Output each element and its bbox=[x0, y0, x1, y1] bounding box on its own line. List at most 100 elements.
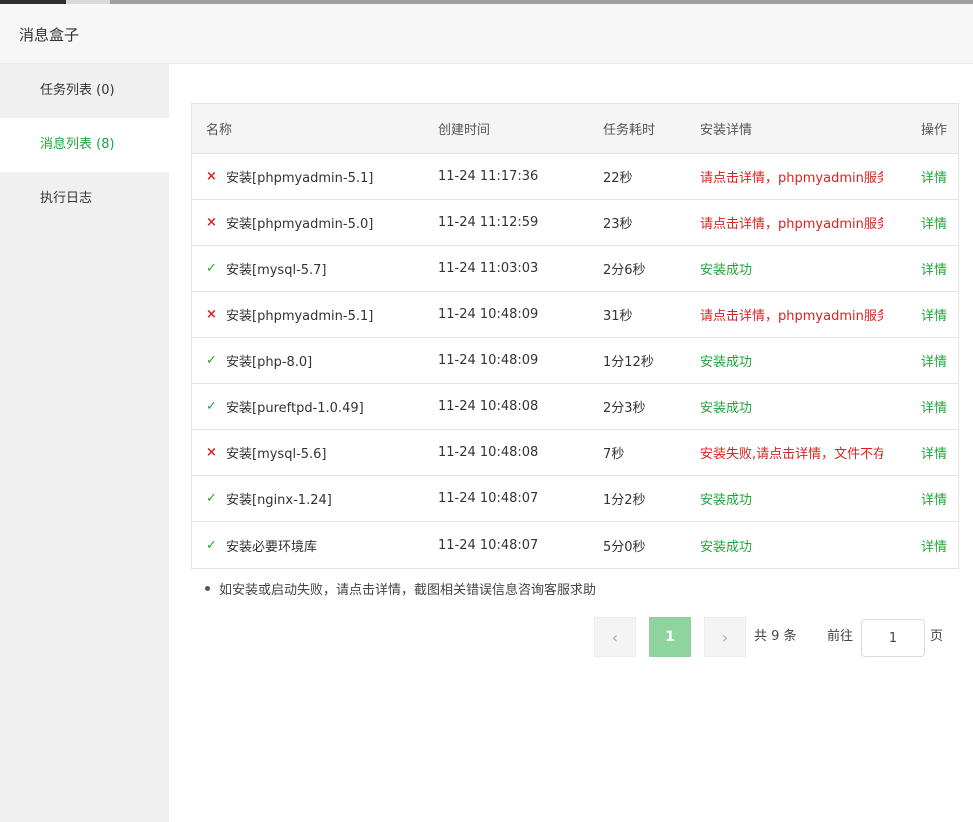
table-row: × 安装[phpmyadmin-5.1] 11-24 11:17:36 22秒 请点击详… bbox=[192, 154, 958, 200]
total-count: 共 9 条 bbox=[754, 629, 797, 644]
detail-link-text[interactable]: 详情 bbox=[921, 536, 947, 555]
table-row: × 安装[phpmyadmin-5.1] 11-24 10:48:09 31秒 请点击详… bbox=[192, 292, 958, 338]
table-row: × 安装[phpmyadmin-5.0] 11-24 11:12:59 23秒 请点击详… bbox=[192, 200, 958, 246]
task-duration: 2分6秒 bbox=[603, 263, 646, 278]
detail-link[interactable]: 详情 bbox=[921, 246, 957, 291]
row-name-cell: ✓ 安装[php-8.0] bbox=[206, 338, 426, 383]
task-name: 安装[phpmyadmin-5.1] bbox=[226, 309, 374, 324]
created-time: 11-24 10:48:08 bbox=[438, 399, 539, 414]
task-name: 安装[nginx-1.24] bbox=[226, 493, 332, 508]
check-icon: ✓ bbox=[206, 399, 217, 414]
table-row: ✓ 安装必要环境库 11-24 10:48:07 5分0秒 安装成功 详情 bbox=[192, 522, 958, 568]
detail-link-text[interactable]: 详情 bbox=[921, 397, 947, 416]
detail-link-text[interactable]: 详情 bbox=[921, 489, 947, 508]
task-duration: 1分12秒 bbox=[603, 355, 654, 370]
detail-link[interactable]: 详情 bbox=[921, 476, 957, 521]
goto-label: 前往 bbox=[827, 629, 854, 644]
help-tip: 如安装或启动失败，请点击详情，截图相关错误信息咨询客服求助 bbox=[205, 579, 596, 598]
task-duration: 23秒 bbox=[603, 217, 633, 232]
detail-link-text[interactable]: 详情 bbox=[921, 305, 947, 324]
created-time: 11-24 11:17:36 bbox=[438, 169, 539, 184]
bullet-icon bbox=[205, 586, 210, 591]
detail-link[interactable]: 详情 bbox=[921, 200, 957, 245]
task-duration: 22秒 bbox=[603, 171, 633, 186]
row-name-cell: ✓ 安装[pureftpd-1.0.49] bbox=[206, 384, 426, 429]
install-detail: 安装失败,请点击详情，文件不存 bbox=[700, 447, 883, 462]
task-name: 安装[mysql-5.6] bbox=[226, 447, 327, 462]
install-detail: 安装成功 bbox=[700, 355, 753, 370]
detail-link-text[interactable]: 详情 bbox=[921, 167, 947, 186]
row-name-cell: × 安装[mysql-5.6] bbox=[206, 430, 426, 475]
check-icon: ✓ bbox=[206, 353, 217, 368]
check-icon: ✓ bbox=[206, 261, 217, 276]
row-name-cell: ✓ 安装[nginx-1.24] bbox=[206, 476, 426, 521]
task-name: 安装[phpmyadmin-5.1] bbox=[226, 171, 374, 186]
detail-link[interactable]: 详情 bbox=[921, 338, 957, 383]
created-time: 11-24 11:03:03 bbox=[438, 261, 539, 276]
task-duration: 5分0秒 bbox=[603, 539, 646, 555]
detail-link[interactable]: 详情 bbox=[921, 292, 957, 337]
detail-link-text[interactable]: 详情 bbox=[921, 213, 947, 232]
row-name-cell: ✓ 安装必要环境库 bbox=[206, 522, 426, 568]
task-duration: 2分3秒 bbox=[603, 401, 646, 416]
check-icon: ✓ bbox=[206, 537, 217, 553]
table-row: × 安装[mysql-5.6] 11-24 10:48:08 7秒 安装失败,请点击详情… bbox=[192, 430, 958, 476]
page-number-current[interactable]: 1 bbox=[649, 617, 691, 657]
message-table: 名称 创建时间 任务耗时 安装详情 操作 × 安装[phpmyadmin-5.1]… bbox=[191, 103, 959, 569]
prev-page-button[interactable]: ‹ bbox=[594, 617, 636, 657]
table-row: ✓ 安装[nginx-1.24] 11-24 10:48:07 1分2秒 安装成功 详情 bbox=[192, 476, 958, 522]
close-icon: × bbox=[206, 307, 217, 322]
created-time: 11-24 10:48:07 bbox=[438, 537, 539, 553]
close-icon: × bbox=[206, 169, 217, 184]
task-name: 安装[phpmyadmin-5.0] bbox=[226, 217, 374, 232]
table-body: × 安装[phpmyadmin-5.1] 11-24 11:17:36 22秒 请点击详… bbox=[192, 154, 958, 568]
task-name: 安装[mysql-5.7] bbox=[226, 263, 327, 278]
task-duration: 31秒 bbox=[603, 309, 633, 324]
created-time: 11-24 10:48:08 bbox=[438, 445, 539, 460]
column-header-name: 名称 bbox=[206, 123, 233, 138]
table-row: ✓ 安装[php-8.0] 11-24 10:48:09 1分12秒 安装成功 详情 bbox=[192, 338, 958, 384]
created-time: 11-24 11:12:59 bbox=[438, 215, 539, 230]
detail-link-text[interactable]: 详情 bbox=[921, 443, 947, 462]
detail-link[interactable]: 详情 bbox=[921, 384, 957, 429]
created-time: 11-24 10:48:09 bbox=[438, 307, 539, 322]
task-name: 安装[pureftpd-1.0.49] bbox=[226, 401, 364, 416]
close-icon: × bbox=[206, 445, 217, 460]
detail-link[interactable]: 详情 bbox=[921, 522, 957, 568]
detail-link[interactable]: 详情 bbox=[921, 154, 957, 199]
detail-link-text[interactable]: 详情 bbox=[921, 351, 947, 370]
dialog-title: 消息盒子 bbox=[19, 26, 80, 44]
sidebar: 任务列表 (0) 消息列表 (8) 执行日志 bbox=[0, 64, 169, 822]
detail-link-text[interactable]: 详情 bbox=[921, 259, 947, 278]
page-suffix: 页 bbox=[930, 629, 944, 644]
row-name-cell: × 安装[phpmyadmin-5.1] bbox=[206, 154, 426, 199]
sidebar-item-message-list[interactable]: 消息列表 (8) bbox=[0, 118, 169, 172]
install-detail: 请点击详情，phpmyadmin服务 bbox=[700, 217, 883, 232]
task-name: 安装[php-8.0] bbox=[226, 355, 313, 370]
created-time: 11-24 10:48:07 bbox=[438, 491, 539, 506]
check-icon: ✓ bbox=[206, 491, 217, 506]
install-detail: 安装成功 bbox=[700, 401, 753, 416]
next-page-button[interactable]: › bbox=[704, 617, 746, 657]
column-header-time: 创建时间 bbox=[438, 123, 491, 138]
sidebar-item-exec-log[interactable]: 执行日志 bbox=[0, 172, 169, 226]
help-tip-text: 如安装或启动失败，请点击详情，截图相关错误信息咨询客服求助 bbox=[219, 583, 597, 598]
detail-link[interactable]: 详情 bbox=[921, 430, 957, 475]
task-duration: 1分2秒 bbox=[603, 493, 646, 508]
install-detail: 安装成功 bbox=[700, 539, 753, 555]
main-content: 名称 创建时间 任务耗时 安装详情 操作 × 安装[phpmyadmin-5.1]… bbox=[169, 64, 973, 822]
row-name-cell: × 安装[phpmyadmin-5.0] bbox=[206, 200, 426, 245]
task-duration: 7秒 bbox=[603, 447, 625, 462]
sidebar-item-task-list[interactable]: 任务列表 (0) bbox=[0, 64, 169, 118]
close-icon: × bbox=[206, 215, 217, 230]
table-row: ✓ 安装[mysql-5.7] 11-24 11:03:03 2分6秒 安装成功 详情 bbox=[192, 246, 958, 292]
column-header-cost: 任务耗时 bbox=[603, 123, 656, 138]
row-name-cell: × 安装[phpmyadmin-5.1] bbox=[206, 292, 426, 337]
install-detail: 请点击详情，phpmyadmin服务 bbox=[700, 309, 883, 324]
column-header-action: 操作 bbox=[921, 123, 948, 138]
row-name-cell: ✓ 安装[mysql-5.7] bbox=[206, 246, 426, 291]
created-time: 11-24 10:48:09 bbox=[438, 353, 539, 368]
goto-page-input[interactable] bbox=[861, 619, 925, 657]
dialog-header: 消息盒子 bbox=[0, 4, 973, 64]
install-detail: 请点击详情，phpmyadmin服务 bbox=[700, 171, 883, 186]
